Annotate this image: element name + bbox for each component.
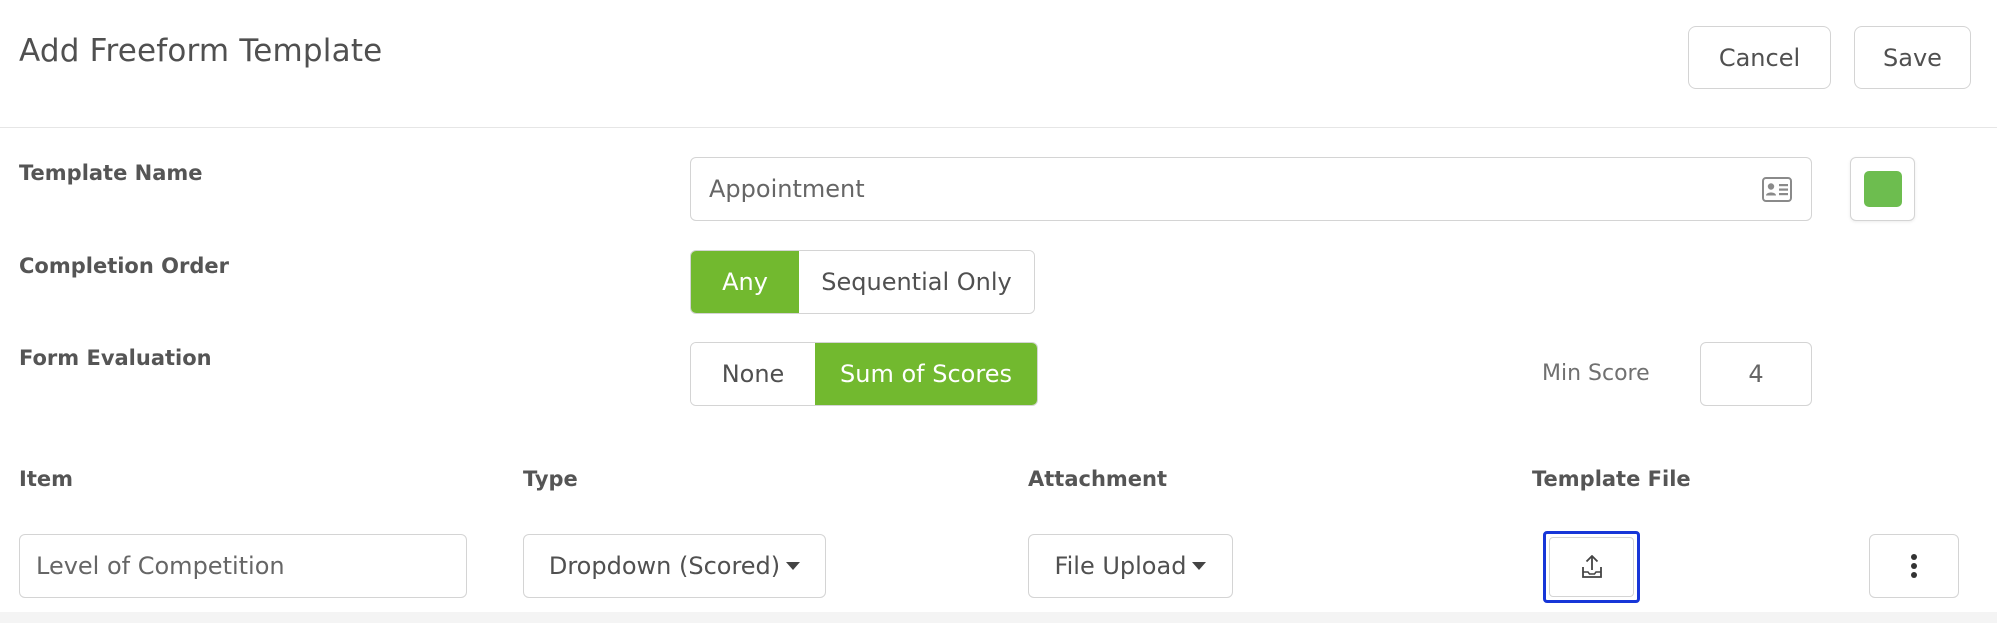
column-header-item: Item <box>19 467 73 491</box>
header-divider <box>0 127 1997 128</box>
completion-order-any[interactable]: Any <box>691 251 799 313</box>
form-evaluation-toggle: None Sum of Scores <box>690 342 1038 406</box>
upload-icon <box>1581 555 1602 578</box>
min-score-input[interactable] <box>1700 342 1812 406</box>
template-name-input[interactable] <box>691 158 1811 220</box>
add-freeform-template-page: Add Freeform Template Cancel Save Templa… <box>0 0 1997 623</box>
completion-order-toggle: Any Sequential Only <box>690 250 1035 314</box>
completion-order-label: Completion Order <box>19 254 229 278</box>
caret-down-icon <box>1192 562 1207 570</box>
template-file-upload-button[interactable] <box>1543 531 1640 603</box>
cancel-button[interactable]: Cancel <box>1688 26 1831 89</box>
caret-down-icon <box>786 562 801 570</box>
item-type-value: Dropdown (Scored) <box>548 552 781 580</box>
item-row-background <box>0 612 1997 623</box>
template-name-label: Template Name <box>19 161 203 185</box>
form-evaluation-sum-of-scores[interactable]: Sum of Scores <box>815 343 1037 405</box>
template-name-field <box>690 157 1812 221</box>
save-button[interactable]: Save <box>1854 26 1971 89</box>
form-evaluation-none[interactable]: None <box>691 343 815 405</box>
item-name-input[interactable] <box>19 534 467 598</box>
contact-card-icon <box>1762 177 1792 202</box>
attachment-value: File Upload <box>1054 552 1187 580</box>
completion-order-sequential-only[interactable]: Sequential Only <box>799 251 1034 313</box>
page-title: Add Freeform Template <box>19 33 383 69</box>
form-evaluation-label: Form Evaluation <box>19 346 212 370</box>
item-type-dropdown[interactable]: Dropdown (Scored) <box>523 534 826 598</box>
column-header-attachment: Attachment <box>1028 467 1168 491</box>
column-header-type: Type <box>523 467 578 491</box>
template-color-picker[interactable] <box>1850 157 1915 221</box>
column-header-template-file: Template File <box>1532 467 1691 491</box>
item-more-options-button[interactable] <box>1869 534 1959 598</box>
min-score-label: Min Score <box>1542 361 1650 386</box>
attachment-dropdown[interactable]: File Upload <box>1028 534 1233 598</box>
color-swatch <box>1863 171 1902 207</box>
more-vertical-icon <box>1911 554 1917 578</box>
